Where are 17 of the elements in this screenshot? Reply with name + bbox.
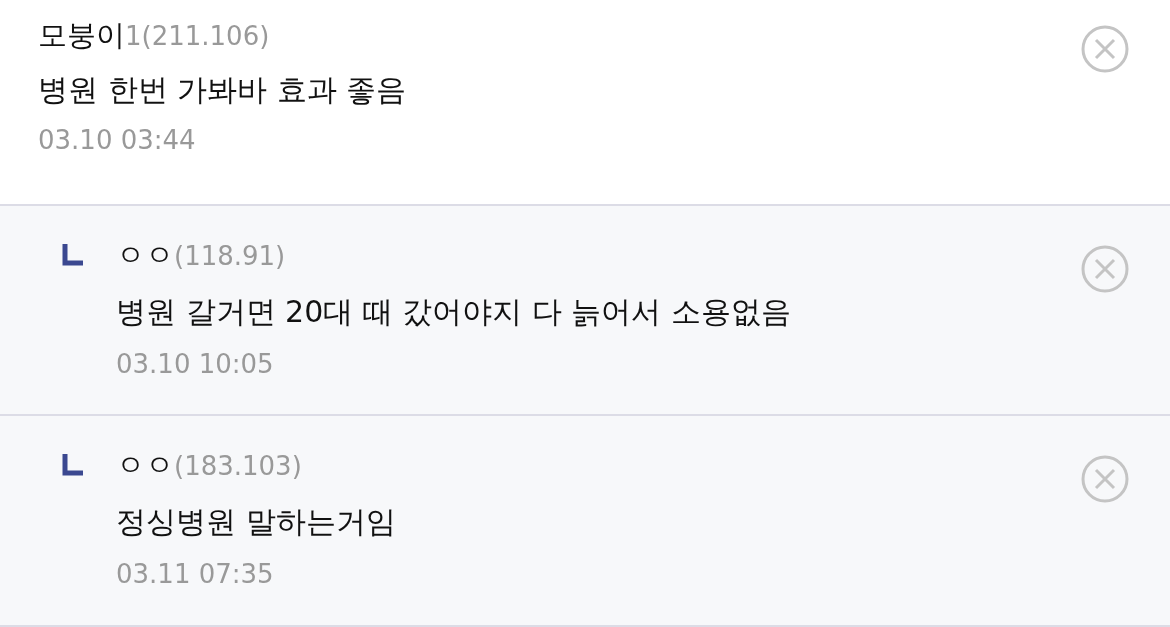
- comment-text: 병원 한번 가봐바 효과 좋음: [38, 71, 408, 109]
- reply-marker-icon: [62, 241, 86, 266]
- close-icon[interactable]: [1080, 24, 1130, 74]
- close-icon[interactable]: [1080, 454, 1130, 505]
- close-icon[interactable]: [1080, 243, 1130, 294]
- reply-marker-icon: [62, 452, 86, 477]
- author-ip: (118.91): [174, 240, 286, 271]
- comment-text: 병원 갈거면 20대 때 갔어야지 다 늙어서 소용없음: [116, 292, 792, 331]
- author-name: 모붕이: [38, 17, 125, 54]
- comment-date: 03.10 03:44: [38, 125, 197, 155]
- comment-date: 03.10 10:05: [116, 348, 275, 379]
- author-ip: 1(211.106): [125, 21, 270, 51]
- comment-text: 정싱병원 말하는거임: [116, 503, 397, 542]
- comment-date: 03.11 07:35: [116, 559, 275, 590]
- author-name: ㅇㅇ: [116, 447, 174, 485]
- author-name: ㅇㅇ: [116, 236, 174, 274]
- author-ip: (183.103): [174, 451, 302, 482]
